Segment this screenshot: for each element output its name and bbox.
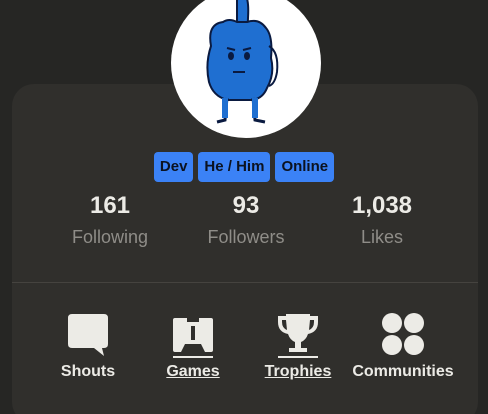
followers-count: 93 bbox=[232, 192, 260, 219]
badge-row: Dev He / Him Online bbox=[0, 152, 488, 182]
profile-page: Dev He / Him Online 161 Following 93 Fol… bbox=[0, 0, 488, 414]
followers-label: Followers bbox=[207, 227, 285, 247]
nav-shouts[interactable]: Shouts bbox=[28, 310, 148, 382]
nav-trophies-label: Trophies bbox=[264, 363, 332, 380]
following-label: Following bbox=[71, 227, 149, 247]
trophy-icon bbox=[278, 314, 318, 358]
nav-trophies[interactable]: Trophies bbox=[238, 310, 358, 382]
stats-row: 161 Following 93 Followers 1,038 Likes bbox=[0, 190, 488, 260]
stat-likes[interactable]: 1,038 Likes bbox=[312, 190, 452, 252]
profile-nav: Shouts Games Trophies Communities bbox=[0, 310, 488, 390]
likes-label: Likes bbox=[360, 227, 404, 247]
badge-dev: Dev bbox=[153, 152, 194, 182]
gamepad-icon bbox=[173, 318, 213, 358]
following-count: 161 bbox=[89, 192, 131, 219]
nav-communities-label: Communities bbox=[352, 363, 454, 380]
nav-games[interactable]: Games bbox=[133, 310, 253, 382]
nav-games-label: Games bbox=[166, 363, 220, 380]
divider bbox=[12, 282, 478, 283]
nav-shouts-label: Shouts bbox=[60, 363, 116, 380]
stat-following[interactable]: 161 Following bbox=[40, 190, 180, 252]
speech-bubble-icon bbox=[68, 314, 108, 356]
badge-online: Online bbox=[275, 152, 335, 182]
likes-count: 1,038 bbox=[351, 192, 413, 219]
badge-pronouns: He / Him bbox=[198, 152, 271, 182]
nav-communities[interactable]: Communities bbox=[343, 310, 463, 382]
stat-followers[interactable]: 93 Followers bbox=[176, 190, 316, 252]
four-circles-icon bbox=[382, 313, 424, 355]
